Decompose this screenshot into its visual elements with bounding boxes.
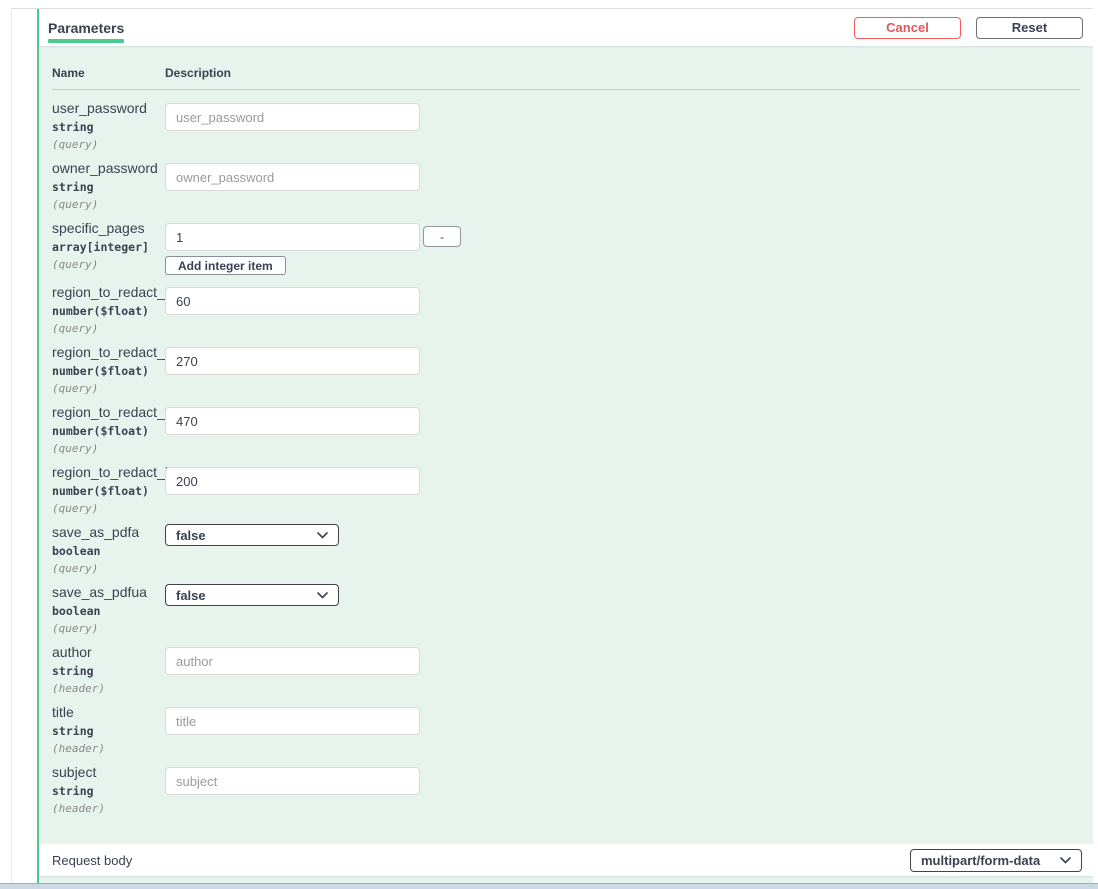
parameter-value-input[interactable] (165, 163, 420, 191)
parameter-value-input[interactable] (165, 103, 420, 131)
parameter-name: region_to_redact_h (52, 464, 165, 481)
parameter-location: (query) (52, 442, 165, 455)
parameter-location: (query) (52, 258, 165, 271)
parameter-row: region_to_redact_y number($float) (query… (52, 342, 1080, 395)
select-value: false (176, 528, 206, 543)
parameter-type: number($float) (52, 485, 165, 498)
parameter-location: (query) (52, 322, 165, 335)
parameter-value-select[interactable]: false (165, 524, 339, 546)
parameter-name: save_as_pdfa (52, 524, 165, 541)
cancel-button[interactable]: Cancel (854, 17, 961, 39)
parameter-row: subject string (header) (52, 762, 1080, 815)
parameter-name: title (52, 704, 165, 721)
header-actions: Cancel Reset (854, 17, 1083, 39)
next-block-edge (0, 883, 1098, 889)
chevron-down-icon (317, 532, 328, 539)
parameter-type: boolean (52, 545, 165, 558)
parameter-value-input[interactable] (165, 707, 420, 735)
parameter-type: number($float) (52, 305, 165, 318)
parameter-location: (query) (52, 138, 165, 151)
parameter-row: region_to_redact_w number($float) (query… (52, 402, 1080, 455)
parameter-type: array[integer] (52, 241, 165, 254)
parameter-name: subject (52, 764, 165, 781)
parameter-type: string (52, 181, 165, 194)
parameter-value-input[interactable] (165, 767, 420, 795)
parameter-location: (header) (52, 742, 165, 755)
table-header-row: Name Description (52, 66, 1080, 90)
tab-parameters[interactable]: Parameters (48, 9, 124, 46)
parameter-row: region_to_redact_h number($float) (query… (52, 462, 1080, 515)
column-header-description: Description (165, 66, 231, 80)
operation-panel: Parameters Cancel Reset Name Description… (11, 8, 1093, 889)
parameter-location: (header) (52, 682, 165, 695)
parameters-section-header: Parameters Cancel Reset (39, 9, 1093, 46)
parameter-location: (query) (52, 382, 165, 395)
add-item-button[interactable]: Add integer item (165, 256, 286, 275)
parameter-row: user_password string (query) (52, 98, 1080, 151)
parameter-type: string (52, 665, 165, 678)
parameter-location: (query) (52, 198, 165, 211)
array-item-input[interactable] (165, 223, 420, 251)
reset-button[interactable]: Reset (976, 17, 1083, 39)
parameter-row: title string (header) (52, 702, 1080, 755)
parameter-name: owner_password (52, 160, 165, 177)
parameter-row: region_to_redact_x number($float) (query… (52, 282, 1080, 335)
parameter-location: (header) (52, 802, 165, 815)
parameter-type: string (52, 785, 165, 798)
parameter-type: number($float) (52, 365, 165, 378)
parameter-name: user_password (52, 100, 165, 117)
parameter-row: specific_pages array[integer] (query) - … (52, 218, 1080, 275)
parameter-row: save_as_pdfa boolean (query) false (52, 522, 1080, 575)
parameter-value-input[interactable] (165, 647, 420, 675)
parameter-value-select[interactable]: false (165, 584, 339, 606)
parameter-name: region_to_redact_w (52, 404, 165, 421)
parameter-location: (query) (52, 622, 165, 635)
chevron-down-icon (1060, 857, 1071, 864)
parameter-value-input[interactable] (165, 347, 420, 375)
content-type-value: multipart/form-data (921, 853, 1040, 868)
parameter-row: owner_password string (query) (52, 158, 1080, 211)
parameter-type: string (52, 121, 165, 134)
parameter-row: save_as_pdfua boolean (query) false (52, 582, 1080, 635)
parameter-type: boolean (52, 605, 165, 618)
parameter-type: string (52, 725, 165, 738)
column-header-name: Name (52, 66, 165, 80)
parameter-name: save_as_pdfua (52, 584, 165, 601)
chevron-down-icon (317, 592, 328, 599)
parameter-value-input[interactable] (165, 407, 420, 435)
request-body-section-header: Request body multipart/form-data (39, 844, 1093, 876)
select-value: false (176, 588, 206, 603)
parameter-row: author string (header) (52, 642, 1080, 695)
remove-item-button[interactable]: - (423, 226, 461, 247)
content-type-select[interactable]: multipart/form-data (910, 849, 1082, 872)
request-body-label: Request body (52, 853, 132, 868)
parameter-name: author (52, 644, 165, 661)
parameter-value-input[interactable] (165, 467, 420, 495)
parameters-table: Name Description user_password string (q… (39, 46, 1093, 844)
parameter-name: region_to_redact_y (52, 344, 165, 361)
parameters-list: user_password string (query) owner_passw… (52, 98, 1080, 815)
parameter-type: number($float) (52, 425, 165, 438)
parameter-name: region_to_redact_x (52, 284, 165, 301)
parameter-location: (query) (52, 562, 165, 575)
parameter-location: (query) (52, 502, 165, 515)
parameter-name: specific_pages (52, 220, 165, 237)
opblock: Parameters Cancel Reset Name Description… (37, 9, 1093, 889)
parameter-value-input[interactable] (165, 287, 420, 315)
